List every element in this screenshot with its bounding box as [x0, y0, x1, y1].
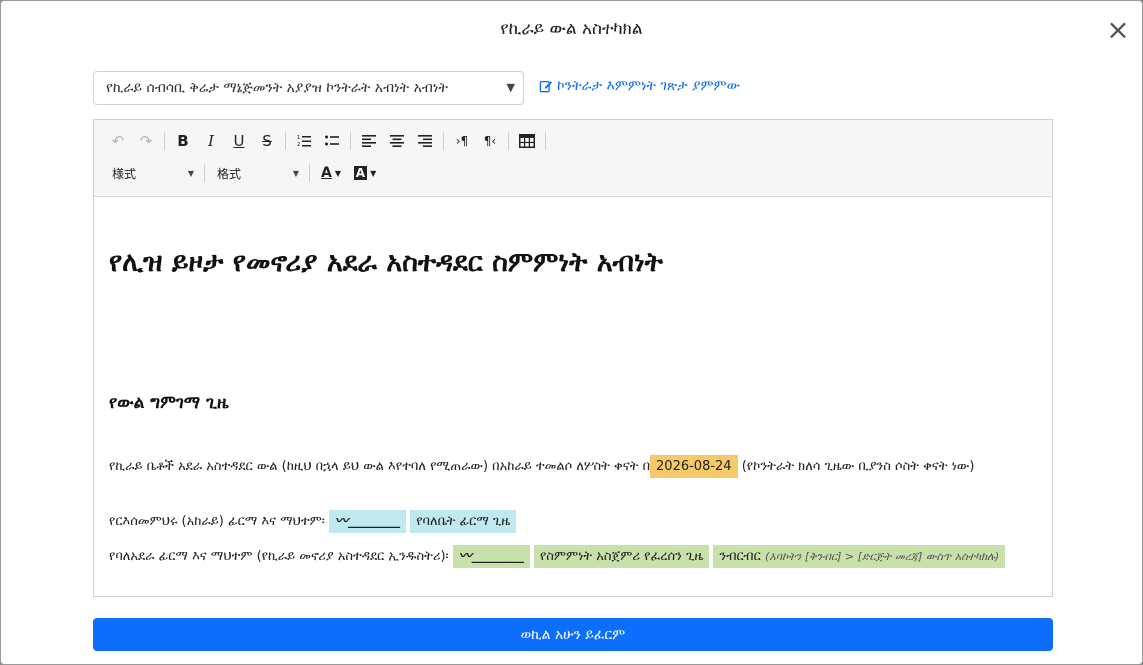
- landlord-signature-placeholder[interactable]: 〰________: [329, 510, 407, 533]
- edit-icon: [539, 80, 553, 93]
- format-select[interactable]: 格式 ▼: [209, 161, 305, 185]
- trustee-signature-paragraph: የባለአደራ ፊርማ እና ማህተም (የኪራይ መኖሪያ አስተዳደር ኢንዱ…: [109, 545, 1037, 568]
- underline-button[interactable]: U: [225, 128, 253, 154]
- font-color-button[interactable]: A ▼: [314, 160, 348, 186]
- landlord-sign-date-placeholder[interactable]: የባለቤት ፊርማ ጊዜ: [410, 510, 517, 533]
- align-right-icon[interactable]: [411, 128, 439, 154]
- rtl-direction-icon[interactable]: ¶‹: [476, 128, 504, 154]
- section-heading: የውል ግምገማ ጊዜ: [109, 393, 229, 413]
- background-color-icon: A: [353, 166, 368, 180]
- strikethrough-button[interactable]: S: [253, 128, 281, 154]
- contract-preview-link[interactable]: ኮንትራታ እምምነት ገጽታ ያምምው: [539, 78, 740, 94]
- agent-sign-now-button[interactable]: ወኪል አሁን ይፈርም: [93, 618, 1053, 651]
- svg-text:1: 1: [297, 135, 300, 141]
- toolbar-divider: [204, 164, 205, 182]
- chevron-down-icon: ▼: [187, 168, 194, 178]
- edit-lease-modal: የኪራይ ውል አስተካክል × የኪራይ ሰብሳቢ ቅሬታ ማኔጅመንት አያ…: [0, 0, 1143, 665]
- bold-button[interactable]: B: [169, 128, 197, 154]
- trustee-sign-date-placeholder[interactable]: የስምምነት አስጀምሪ የፈረሰን ጊዜ: [533, 545, 710, 568]
- trustee-signature-label: የባለአደራ ፊርማ እና ማህተም (የኪራይ መኖሪያ አስተዳደር ኢንዱ…: [109, 549, 449, 564]
- chevron-down-icon: ▼: [370, 168, 377, 178]
- table-glyph: [519, 134, 535, 148]
- landlord-signature-paragraph: የርእሰመምህሩ (አከራይ) ፊርማ እና ማህተም፡ 〰________ የ…: [109, 510, 1037, 533]
- bullet-list-icon[interactable]: [318, 128, 346, 154]
- svg-text:2: 2: [297, 142, 300, 148]
- toolbar-divider: [350, 132, 351, 150]
- template-select-value: የኪራይ ሰብሳቢ ቅሬታ ማኔጅመንት አያያዝ ኮንትራት አብነት አብነ…: [106, 80, 448, 96]
- close-icon[interactable]: ×: [1106, 16, 1130, 44]
- editor-toolbar: ↶ ↷ B I U S 1 2 ›¶ ¶‹ 様式 ▼ 格式 ▼ A ▼ A ▼: [94, 120, 1052, 197]
- review-text-before: የኪራይ ቤቶች አደራ አስተዳደር ውል (ከዚህ በኋላ ይህ ውል እየ…: [109, 459, 651, 474]
- align-center-icon[interactable]: [383, 128, 411, 154]
- ordered-list-glyph: 1 2: [297, 135, 311, 148]
- date-placeholder[interactable]: 2026-08-24: [650, 455, 738, 478]
- review-text-after: (የኮንትራት ክለሳ ጊዜው ቢያንስ ሶስት ቀናት ነው): [737, 459, 975, 474]
- toolbar-divider: [443, 132, 444, 150]
- redo-icon[interactable]: ↷: [132, 128, 160, 154]
- modal-title: የኪራይ ውል አስተካክል: [500, 19, 643, 39]
- align-right-glyph: [418, 135, 432, 147]
- align-center-glyph: [390, 135, 404, 147]
- toolbar-divider: [285, 132, 286, 150]
- company-info-placeholder[interactable]: ንብርብር (እባኮትን [ቅንብር] > [ድርጅት መረጃ] ውስጥ አስተ…: [713, 545, 1006, 568]
- style-select[interactable]: 様式 ▼: [104, 161, 200, 185]
- style-select-value: 様式: [112, 166, 137, 181]
- table-icon[interactable]: [513, 128, 541, 154]
- ordered-list-icon[interactable]: 1 2: [290, 128, 318, 154]
- bullet-list-glyph: [325, 135, 339, 146]
- italic-button[interactable]: I: [197, 128, 225, 154]
- contract-preview-label: ኮንትራታ እምምነት ገጽታ ያምምው: [557, 78, 741, 94]
- landlord-signature-label: የርእሰመምህሩ (አከራይ) ፊርማ እና ማህተም፡: [109, 514, 325, 529]
- chevron-down-icon: ▼: [292, 168, 299, 178]
- template-select[interactable]: የኪራይ ሰብሳቢ ቅሬታ ማኔጅመንት አያያዝ ኮንትራት አብነት አብነ…: [93, 71, 524, 105]
- chevron-down-icon: ▼: [506, 81, 515, 94]
- background-color-button[interactable]: A ▼: [348, 160, 382, 186]
- toolbar-divider: [508, 132, 509, 150]
- company-info-label: ንብርብር: [719, 549, 761, 564]
- document-body[interactable]: የሊዝ ይዞታ የመኖሪያ አደራ አስተዳደር ስምምነት አብነት የውል …: [94, 197, 1052, 596]
- rich-text-editor: ↶ ↷ B I U S 1 2 ›¶ ¶‹ 様式 ▼ 格式 ▼ A ▼ A ▼ …: [93, 119, 1053, 597]
- format-select-value: 格式: [217, 166, 242, 181]
- chevron-down-icon: ▼: [334, 168, 341, 178]
- review-period-paragraph: የኪራይ ቤቶች አደራ አስተዳደር ውል (ከዚህ በኋላ ይህ ውል እየ…: [109, 455, 1037, 478]
- toolbar-divider: [309, 164, 310, 182]
- trustee-signature-placeholder[interactable]: 〰________: [452, 545, 530, 568]
- toolbar-divider: [545, 132, 546, 150]
- company-info-hint: (እባኮትን [ቅንብር] > [ድርጅት መረጃ] ውስጥ አስተካክሉ): [764, 550, 1000, 563]
- document-title: የሊዝ ይዞታ የመኖሪያ አደራ አስተዳደር ስምምነት አብነት: [109, 247, 663, 278]
- toolbar-divider: [164, 132, 165, 150]
- ltr-direction-icon[interactable]: ›¶: [448, 128, 476, 154]
- undo-icon[interactable]: ↶: [104, 128, 132, 154]
- align-left-icon[interactable]: [355, 128, 383, 154]
- align-left-glyph: [362, 135, 376, 147]
- font-color-icon: A: [321, 165, 332, 181]
